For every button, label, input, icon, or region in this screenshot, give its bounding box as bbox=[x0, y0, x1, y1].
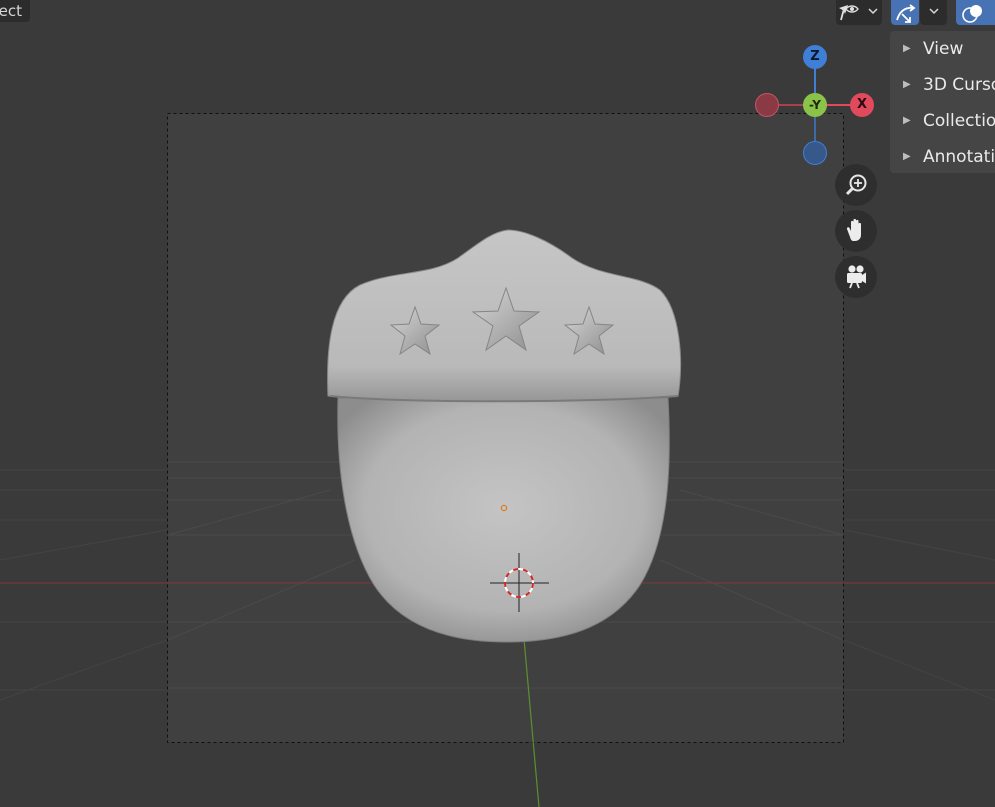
selectability-visibility-button[interactable] bbox=[836, 0, 882, 25]
triangle-right-icon: ▶ bbox=[903, 151, 911, 162]
cursor-eye-icon bbox=[839, 5, 859, 21]
overlay-circles-icon bbox=[962, 5, 982, 23]
3d-viewport[interactable]: ect Z X -Y ▶ View ▶ 3D Curs ▶ Collectio … bbox=[0, 0, 995, 807]
panel-annotation[interactable]: ▶ Annotation bbox=[890, 139, 995, 175]
gizmo-neg-x-handle[interactable] bbox=[755, 93, 779, 117]
panel-collection[interactable]: ▶ Collection bbox=[890, 103, 995, 139]
sidebar-panel[interactable]: ▶ View ▶ 3D Cursor ▶ Collection ▶ Annota… bbox=[890, 31, 995, 173]
hand-pan-icon bbox=[846, 218, 861, 241]
gizmo-z-handle[interactable]: Z bbox=[803, 45, 827, 69]
zoom-button[interactable] bbox=[835, 164, 877, 206]
camera-view-button[interactable] bbox=[835, 256, 877, 298]
triangle-right-icon: ▶ bbox=[903, 115, 911, 126]
gizmo-toggle-button[interactable] bbox=[891, 0, 919, 25]
zoom-icon bbox=[845, 174, 867, 196]
navigation-gizmo[interactable]: Z X -Y bbox=[750, 40, 882, 170]
triangle-right-icon: ▶ bbox=[903, 43, 911, 54]
gizmo-neg-y-handle[interactable]: -Y bbox=[803, 93, 827, 117]
overlay-toggle-button[interactable] bbox=[956, 0, 995, 25]
shield-mesh bbox=[327, 229, 682, 643]
panel-3d-cursor[interactable]: ▶ 3D Cursor bbox=[890, 67, 995, 103]
gizmo-dropdown-button[interactable] bbox=[920, 0, 947, 25]
mode-selector[interactable]: ect bbox=[0, 0, 30, 22]
pan-button[interactable] bbox=[835, 210, 877, 252]
gizmo-arrows-icon bbox=[896, 4, 916, 23]
panel-view[interactable]: ▶ View bbox=[890, 31, 995, 67]
chevron-down-icon bbox=[868, 8, 878, 15]
gizmo-neg-z-handle[interactable] bbox=[803, 141, 827, 165]
camera-icon bbox=[847, 265, 866, 289]
triangle-right-icon: ▶ bbox=[903, 79, 911, 90]
mode-label: ect bbox=[0, 2, 22, 20]
chevron-down-icon bbox=[929, 8, 939, 15]
gizmo-x-handle[interactable]: X bbox=[850, 93, 874, 117]
